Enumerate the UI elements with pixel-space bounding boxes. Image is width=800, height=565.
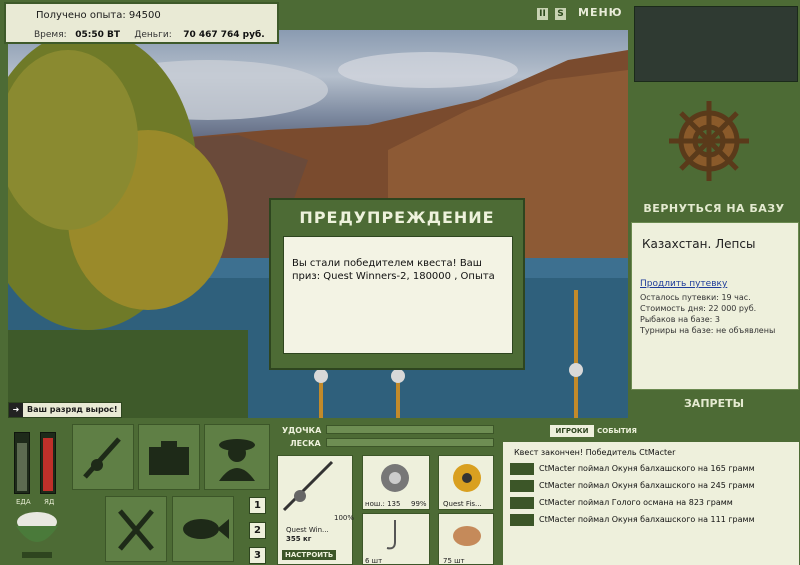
dialog-message: Вы стали победителем квеста! Ваш приз: Q… — [283, 236, 513, 354]
food-meter — [14, 432, 30, 494]
line-caption: Quest Fis... — [443, 500, 482, 508]
list-item: CtMacter поймал Окуня балхашского на 245… — [539, 481, 755, 490]
sound-button[interactable]: S — [555, 8, 566, 20]
rank-up-badge[interactable]: ➜ Ваш разряд вырос! — [8, 402, 122, 418]
ship-wheel-icon[interactable] — [664, 96, 754, 196]
list-item: CtMacter поймал Голого османа на 823 гра… — [539, 498, 733, 507]
fishers-count: Рыбаков на базе: 3 — [640, 315, 720, 324]
rod-weight: 355 кг — [286, 535, 312, 543]
poison-meter-fill — [43, 437, 53, 491]
food-label: ЕДА — [16, 498, 31, 506]
rod-percent: 100% — [334, 514, 355, 522]
preview-screen — [634, 6, 798, 82]
catch-tile[interactable] — [172, 496, 234, 562]
fisherman-icon — [219, 439, 255, 481]
time-value: 05:50 ВТ — [75, 30, 121, 40]
rod-slot[interactable]: Quest Win... 355 кг 100% НАСТРОИТЬ — [277, 455, 355, 565]
quest-finished-line: Квест закончен! Победитель CtMacter — [514, 448, 676, 457]
fish-icon — [510, 480, 534, 492]
fish-icon — [510, 514, 534, 526]
extend-permit-link[interactable]: Продлить путевку — [640, 279, 727, 289]
bait-count: 75 шт — [443, 557, 465, 565]
tab-players[interactable]: ИГРОКИ — [550, 425, 594, 437]
menu-button[interactable]: МЕНЮ — [578, 6, 623, 19]
kitchen-tile[interactable] — [105, 496, 167, 562]
time-money-row: Время: 05:50 ВТ Деньги: 70 467 764 руб. — [34, 30, 265, 40]
reel-slot[interactable]: нош.: 135 99% — [362, 455, 430, 510]
setup-button[interactable]: НАСТРОИТЬ — [282, 550, 337, 560]
time-label: Время: — [34, 30, 67, 40]
fishing-rod-icon — [83, 437, 121, 479]
fisherman-tile[interactable] — [204, 424, 270, 490]
location-title: Казахстан. Лепсы — [642, 237, 756, 251]
cauldron-icon[interactable] — [12, 508, 62, 560]
stats-panel: Получено опыта: 94500 Время: 05:50 ВТ Де… — [4, 2, 279, 44]
knife-fork-icon — [118, 509, 154, 551]
list-item: CtMacter поймал Окуня балхашского на 111… — [539, 515, 755, 524]
tacklebox-icon — [149, 441, 189, 475]
line-label: ЛЕСКА — [290, 439, 321, 448]
tournaments-info: Турниры на базе: не объявлены — [640, 326, 776, 335]
page-button-2[interactable]: 2 — [249, 522, 266, 539]
events-panel — [503, 420, 800, 565]
rank-up-text: Ваш разряд вырос! — [27, 405, 118, 414]
day-cost: Стоимость дня: 22 000 руб. — [640, 304, 757, 313]
hook-icon — [386, 520, 396, 550]
permit-remaining: Осталось путевки: 19 час. — [640, 293, 751, 302]
tacklebox-tile[interactable] — [138, 424, 200, 490]
page-button-1[interactable]: 1 — [249, 497, 266, 514]
tab-events[interactable]: СОБЫТИЯ — [596, 425, 638, 437]
fish-icon — [510, 463, 534, 475]
fish-icon — [510, 497, 534, 509]
fish-icon — [183, 519, 229, 539]
xp-label: Получено опыта: 94500 — [36, 10, 161, 21]
list-item: CtMacter поймал Окуня балхашского на 165… — [539, 464, 755, 473]
pause-button[interactable]: II — [537, 8, 548, 20]
rod-tile[interactable] — [72, 424, 134, 490]
poison-meter — [40, 432, 56, 494]
hook-label: УДОЧКА — [282, 426, 322, 435]
dialog-title: ПРЕДУПРЕЖДЕНИЕ — [299, 208, 495, 227]
warning-dialog[interactable]: ПРЕДУПРЕЖДЕНИЕ Вы стали победителем квес… — [269, 198, 525, 370]
rod-name: Quest Win... — [286, 526, 329, 534]
reel-icon — [381, 464, 409, 492]
bait-slot[interactable]: 75 шт — [438, 513, 494, 565]
page-button-3[interactable]: 3 — [249, 547, 266, 564]
food-meter-fill — [17, 443, 27, 491]
line-spool-icon — [453, 464, 481, 492]
location-info: Казахстан. Лепсы Продлить путевку Остало… — [631, 222, 799, 390]
reel-caption: нош.: 135 — [365, 500, 401, 508]
line-slot[interactable]: Quest Fis... — [438, 455, 494, 510]
poison-label: ЯД — [44, 498, 55, 506]
rod-reel-icon — [282, 460, 334, 512]
bans-button[interactable]: ЗАПРЕТЫ — [628, 397, 800, 410]
line-gauge — [326, 438, 494, 447]
money-label: Деньги: — [134, 30, 172, 40]
return-to-base-button[interactable]: ВЕРНУТЬСЯ НА БАЗУ — [628, 202, 800, 215]
money-value: 70 467 764 руб. — [183, 30, 265, 40]
reel-percent: 99% — [411, 500, 427, 508]
hook-gauge — [326, 425, 494, 434]
hook-count: 6 шт — [365, 557, 383, 565]
hook-slot[interactable]: 6 шт — [362, 513, 430, 565]
bait-icon — [453, 526, 481, 546]
arrow-right-icon: ➜ — [9, 403, 23, 417]
